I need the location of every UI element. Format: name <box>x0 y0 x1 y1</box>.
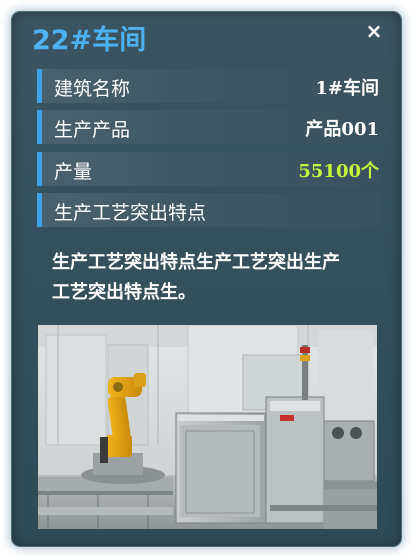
row-value: 产品001 <box>305 119 379 140</box>
panel-title: 22#车间 <box>32 25 147 56</box>
close-icon[interactable]: × <box>363 20 385 42</box>
row-process-features: 生产工艺突出特点 <box>37 193 379 227</box>
process-description: 生产工艺突出特点生产工艺突出生产工艺突出特点生。 <box>52 252 340 303</box>
row-value: 55100个 <box>298 161 379 182</box>
row-label: 生产工艺突出特点 <box>54 202 207 224</box>
row-label: 建筑名称 <box>54 78 131 100</box>
row-product: 生产产品 产品001 <box>37 110 379 144</box>
row-building-name: 建筑名称 1#车间 <box>37 69 379 103</box>
row-label: 生产产品 <box>54 119 131 141</box>
row-value: 1#车间 <box>315 78 379 99</box>
info-panel: 22#车间 × 建筑名称 1#车间 生产产品 产品001 产量 55100个 生… <box>12 12 401 546</box>
factory-robot-arm-image <box>38 325 377 529</box>
row-label: 产量 <box>54 161 93 183</box>
row-output: 产量 55100个 <box>37 152 379 186</box>
